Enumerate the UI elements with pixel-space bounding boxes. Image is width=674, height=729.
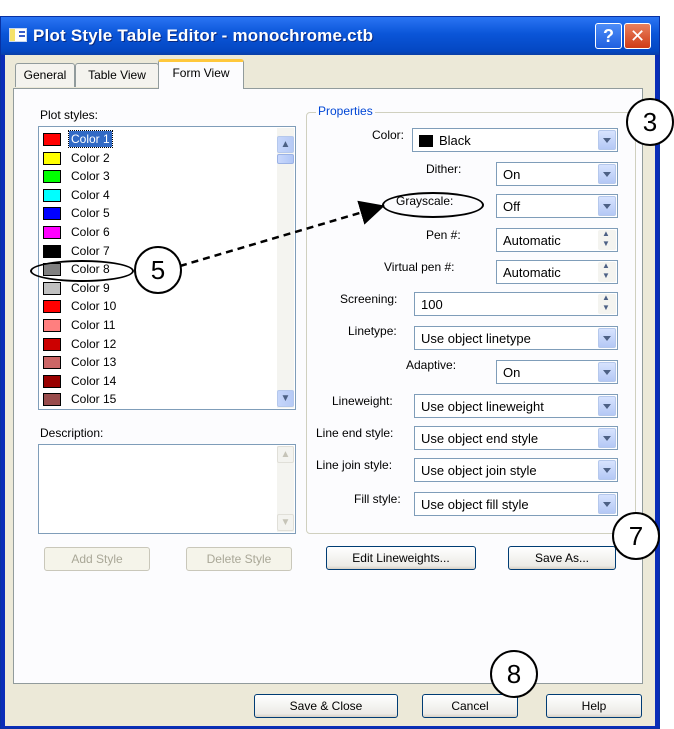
callout-8: 8	[490, 650, 538, 698]
grayscale-highlight-ellipse	[382, 192, 484, 218]
callout-5: 5	[134, 246, 182, 294]
callout-3: 3	[626, 98, 674, 146]
dashed-arrow	[179, 200, 385, 268]
tab-form-view[interactable]: Form View	[158, 59, 244, 89]
annotation-overlay	[179, 200, 385, 268]
color-8-highlight-ellipse	[30, 260, 134, 282]
callout-7: 7	[612, 512, 660, 560]
